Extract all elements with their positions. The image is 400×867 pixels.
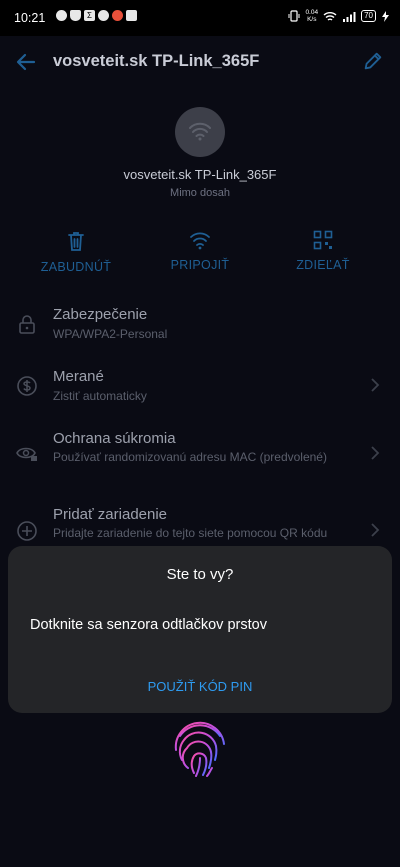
network-speed-unit: K/s xyxy=(307,16,317,23)
settings-item-metered[interactable]: Merané Zistiť automaticky xyxy=(0,362,400,412)
charging-icon xyxy=(382,10,389,22)
chevron-right-icon xyxy=(371,446,380,460)
status-right: 0.04 K/s 70 xyxy=(288,9,390,23)
badge-icon xyxy=(98,10,109,21)
connect-label: PRIPOJIŤ xyxy=(170,258,230,272)
settings-item-subtitle: WPA/WPA2-Personal xyxy=(53,327,168,341)
network-status: Mimo dosah xyxy=(170,187,230,199)
qr-code-icon xyxy=(313,230,333,250)
network-speed: 0.04 K/s xyxy=(305,9,318,23)
settings-item-title: Pridať zariadenie xyxy=(53,506,168,523)
eye-lock-icon xyxy=(16,447,37,461)
lock-icon xyxy=(19,315,35,334)
status-bar: 10:21 Σ 0.04 K/s 70 xyxy=(0,0,400,36)
share-label: ZDIEĽAŤ xyxy=(296,258,350,272)
dialog-title: Ste to vy? xyxy=(166,566,234,583)
signal-icon xyxy=(343,11,356,22)
settings-item-subtitle: Zistiť automaticky xyxy=(53,389,147,403)
back-arrow-icon[interactable] xyxy=(14,50,38,74)
app-notification-icon xyxy=(56,10,67,21)
sigma-icon: Σ xyxy=(84,10,95,21)
page-title: vosveteit.sk TP-Link_365F xyxy=(53,52,260,70)
add-circle-icon xyxy=(17,521,37,541)
settings-item-title: Zabezpečenie xyxy=(53,306,148,323)
chevron-right-icon xyxy=(371,523,380,537)
edit-pencil-icon[interactable] xyxy=(362,50,384,72)
action-row: ZABUDNÚŤ PRIPOJIŤ ZDIEĽAŤ xyxy=(0,230,400,280)
connect-button[interactable]: PRIPOJIŤ xyxy=(145,230,255,272)
use-pin-button[interactable]: POUŽIŤ KÓD PIN xyxy=(8,679,392,694)
wifi-status-icon xyxy=(323,11,337,21)
chevron-right-icon xyxy=(371,378,380,392)
settings-item-add-device[interactable]: Pridať zariadenie Pridajte zariadenie do… xyxy=(0,500,400,546)
fingerprint-icon[interactable] xyxy=(172,720,228,778)
wifi-icon xyxy=(189,122,211,141)
network-name: vosveteit.sk TP-Link_365F xyxy=(123,167,277,182)
settings-item-title: Merané xyxy=(53,368,104,385)
notification-icons: Σ xyxy=(56,10,137,21)
network-speed-value: 0.04 xyxy=(305,9,319,16)
settings-item-title: Ochrana súkromia xyxy=(53,430,176,447)
app-bar: vosveteit.sk TP-Link_365F xyxy=(0,36,400,88)
settings-item-privacy[interactable]: Ochrana súkromia Používať randomizovanú … xyxy=(0,424,400,484)
image-icon xyxy=(126,10,137,21)
battery-indicator: 70 xyxy=(361,10,376,22)
screen: 10:21 Σ 0.04 K/s 70 vosveteit.sk TP-Link… xyxy=(0,0,400,867)
settings-item-subtitle: Používať randomizovanú adresu MAC (predv… xyxy=(53,450,327,464)
settings-item-security[interactable]: Zabezpečenie WPA/WPA2-Personal xyxy=(0,300,400,350)
biometric-dialog: Ste to vy? Dotknite sa senzora odtlačkov… xyxy=(8,546,392,713)
wifi-icon xyxy=(190,232,210,250)
share-button[interactable]: ZDIEĽAŤ xyxy=(268,230,378,272)
settings-item-subtitle: Pridajte zariadenie do tejto siete pomoc… xyxy=(53,526,328,540)
dollar-circle-icon xyxy=(17,376,37,396)
forget-label: ZABUDNÚŤ xyxy=(40,260,112,274)
forget-button[interactable]: ZABUDNÚŤ xyxy=(21,230,131,274)
network-avatar xyxy=(175,107,225,157)
vibrate-icon xyxy=(288,10,300,22)
trash-icon xyxy=(68,232,84,251)
flame-icon xyxy=(112,10,123,21)
bell-icon xyxy=(70,10,81,21)
dialog-message: Dotknite sa senzora odtlačkov prstov xyxy=(30,617,267,633)
status-time: 10:21 xyxy=(14,11,46,25)
